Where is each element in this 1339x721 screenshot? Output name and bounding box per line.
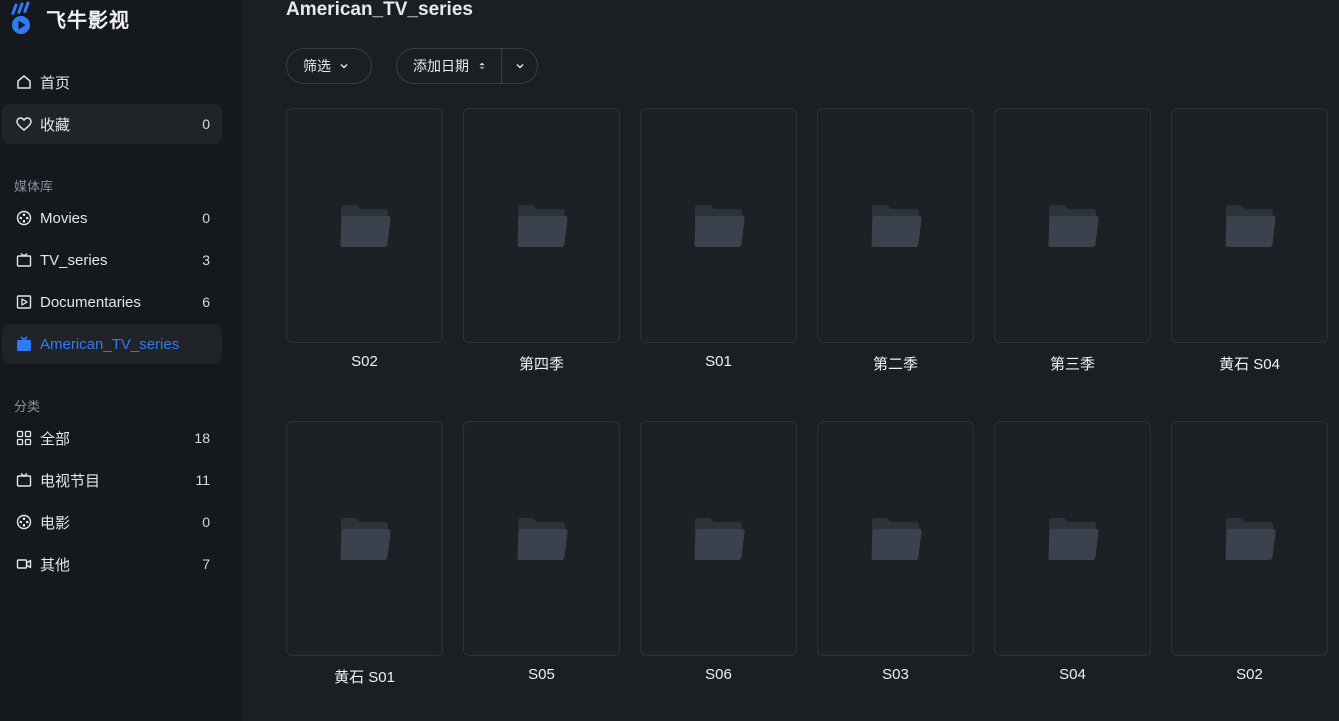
sidebar-item-label: 全部 (40, 430, 71, 448)
video-camera-icon (16, 559, 32, 569)
sort-toggle-button[interactable]: 添加日期 (397, 49, 502, 83)
app-root: 飞牛影视 首页 收藏 0 媒体库 Movies 0 TV_series 3 Do… (0, 0, 1339, 721)
media-card-title[interactable]: 第三季 (994, 353, 1151, 374)
section-title-library: 媒体库 (14, 179, 54, 194)
media-card-title[interactable]: 黄石 S04 (1171, 353, 1328, 374)
media-card-title[interactable]: S02 (286, 353, 443, 370)
folder-icon (1047, 517, 1099, 560)
folder-icon (1224, 204, 1276, 247)
folder-icon (516, 517, 568, 560)
sidebar-item-documentaries[interactable]: Documentaries 6 (2, 282, 222, 322)
sidebar-item-count: 0 (202, 514, 210, 530)
film-reel-icon (16, 514, 32, 530)
sidebar-item-label: Movies (40, 209, 88, 227)
tv-icon (16, 252, 32, 267)
play-box-icon (16, 295, 32, 309)
tv-icon (16, 472, 32, 487)
sidebar: 飞牛影视 首页 收藏 0 媒体库 Movies 0 TV_series 3 Do… (0, 0, 242, 721)
folder-icon (339, 517, 391, 560)
media-card[interactable] (817, 421, 974, 656)
sidebar-item-count: 0 (202, 116, 210, 132)
media-card[interactable] (1171, 421, 1328, 656)
folder-icon (693, 204, 745, 247)
home-icon (17, 75, 31, 89)
folder-icon (1224, 517, 1276, 560)
sidebar-item-other[interactable]: 其他 7 (2, 544, 222, 584)
media-card-title[interactable]: 黄石 S01 (286, 666, 443, 687)
folder-icon (339, 204, 391, 247)
sort-arrows-icon (479, 62, 485, 70)
tv-filled-icon (17, 336, 31, 351)
media-card-title[interactable]: S02 (1171, 666, 1328, 683)
sidebar-item-count: 6 (202, 294, 210, 310)
sidebar-item-all[interactable]: 全部 18 (2, 418, 222, 458)
sidebar-item-american-tv-series[interactable]: American_TV_series (2, 324, 222, 364)
sidebar-item-label: Documentaries (40, 293, 141, 311)
media-card-title[interactable]: S06 (640, 666, 797, 683)
sort-label: 添加日期 (413, 58, 469, 74)
sidebar-item-label: 电视节目 (40, 472, 101, 490)
sidebar-item-favorites[interactable]: 收藏 0 (2, 104, 222, 144)
chevron-down-icon (340, 64, 348, 69)
media-card[interactable] (817, 108, 974, 343)
sidebar-item-count: 0 (202, 210, 210, 226)
media-card-title[interactable]: S05 (463, 666, 620, 683)
sort-dropdown-button[interactable] (502, 49, 537, 83)
folder-icon (693, 517, 745, 560)
folder-icon (870, 204, 922, 247)
sidebar-item-label: 首页 (40, 74, 71, 92)
media-card[interactable] (994, 421, 1151, 656)
main-content: American_TV_series 筛选 添加日期 S02 第四季 S01 第二季第… (242, 0, 1339, 721)
media-card[interactable] (463, 108, 620, 343)
sidebar-item-film[interactable]: 电影 0 (2, 502, 222, 542)
sidebar-item-count: 11 (195, 472, 210, 488)
app-name: 飞牛影视 (46, 9, 130, 32)
heart-icon (16, 117, 32, 131)
sort-control: 添加日期 (396, 48, 538, 84)
film-reel-icon (16, 210, 32, 226)
sidebar-item-count: 18 (194, 430, 210, 446)
sidebar-item-count: 3 (202, 252, 210, 268)
sidebar-item-tv-shows[interactable]: 电视节目 11 (2, 460, 222, 500)
filter-button-label: 筛选 (303, 58, 331, 74)
sidebar-item-label: TV_series (40, 251, 108, 269)
app-logo-icon (11, 1, 30, 34)
sidebar-item-label: 电影 (40, 514, 71, 532)
media-card-title[interactable]: 第二季 (817, 353, 974, 374)
media-card-title[interactable]: 第四季 (463, 353, 620, 374)
media-card[interactable] (1171, 108, 1328, 343)
media-card[interactable] (463, 421, 620, 656)
media-card-title[interactable]: S04 (994, 666, 1151, 683)
folder-icon (516, 204, 568, 247)
page-title: American_TV_series (286, 0, 473, 20)
folder-icon (870, 517, 922, 560)
sidebar-item-tv-series[interactable]: TV_series 3 (2, 240, 222, 280)
app-logo[interactable]: 飞牛影视 (10, 0, 130, 36)
media-card[interactable] (286, 421, 443, 656)
media-card[interactable] (640, 108, 797, 343)
media-card-title[interactable]: S01 (640, 353, 797, 370)
folder-icon (1047, 204, 1099, 247)
sidebar-item-label: American_TV_series (40, 335, 180, 353)
section-title-category: 分类 (14, 399, 41, 414)
media-card-title[interactable]: S03 (817, 666, 974, 683)
media-card[interactable] (640, 421, 797, 656)
media-card[interactable] (994, 108, 1151, 343)
grid-icon (16, 430, 32, 446)
sidebar-item-label: 收藏 (40, 116, 71, 134)
media-card[interactable] (286, 108, 443, 343)
sidebar-item-label: 其他 (40, 556, 71, 574)
sidebar-item-count: 7 (202, 556, 210, 572)
sidebar-item-home[interactable]: 首页 (2, 62, 222, 102)
filter-button[interactable]: 筛选 (286, 48, 372, 84)
sidebar-item-movies[interactable]: Movies 0 (2, 198, 222, 238)
chevron-down-icon (516, 64, 523, 69)
